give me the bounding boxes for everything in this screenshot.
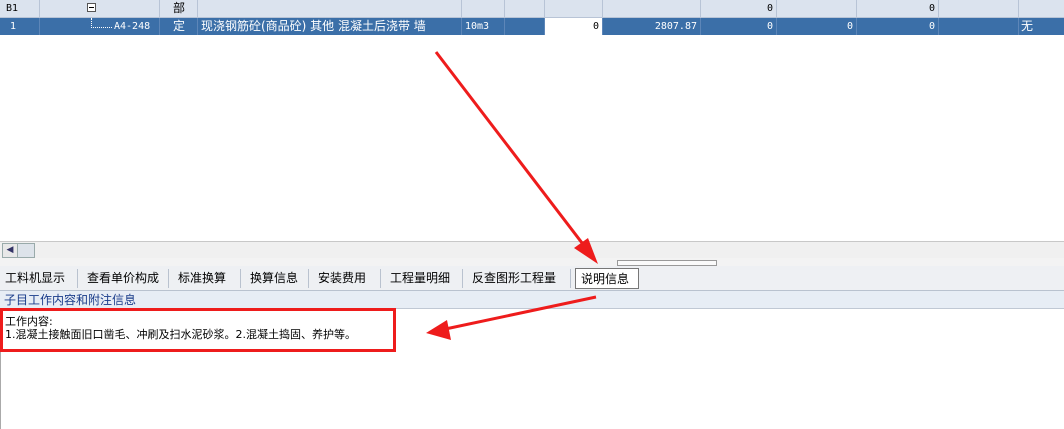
tab-reverse-graphic-quantity[interactable]: 反查图形工程量 [467,269,571,288]
scroll-left-icon[interactable]: ◀ [2,243,18,258]
tab-standard-conversion[interactable]: 标准换算 [173,269,241,288]
quota-unit[interactable]: 10m3 [462,18,505,35]
row-unit [462,0,505,17]
row-flag [1019,0,1064,17]
row-blank3 [939,0,1019,17]
row-blank [505,0,545,17]
tab-resource-display[interactable]: 工料机显示 [0,269,78,288]
tree-line-icon [91,18,112,28]
row-index: 1 [0,18,40,35]
panel-title: 子目工作内容和附注信息 [0,291,1064,309]
scroll-thumb[interactable] [17,243,35,258]
value-1: 0 [701,18,777,35]
row-type: 部 [160,0,198,17]
panel-splitter[interactable] [0,258,1064,266]
tree-cell: A4-248 [40,18,160,35]
quota-name[interactable]: 现浇钢筋砼(商品砼) 其他 混凝土后浇带 墙 [198,18,462,35]
row-code: B1 [0,0,40,17]
grid-row-section[interactable]: B1 部 0 0 [0,0,1064,18]
row-type: 定 [160,18,198,35]
grid-row-selected[interactable]: 1 A4-248 定 现浇钢筋砼(商品砼) 其他 混凝土后浇带 墙 10m3 0… [0,18,1064,35]
tab-conversion-info[interactable]: 换算信息 [245,269,309,288]
annotation-highlight-box [0,308,396,352]
bottom-tabbar: 工料机显示 查看单价构成 标准换算 换算信息 安装费用 工程量明细 反查图形工程… [0,266,1064,291]
collapse-icon[interactable] [87,3,96,12]
row-flag[interactable]: 无 [1019,18,1064,35]
tab-install-fee[interactable]: 安装费用 [313,269,381,288]
tab-description-info[interactable]: 说明信息 [575,268,639,289]
unit-price: 2807.87 [603,18,701,35]
row-blank [505,18,545,35]
tab-quantity-detail[interactable]: 工程量明细 [385,269,463,288]
value-3: 0 [857,18,939,35]
row-blank3 [939,18,1019,35]
tree-cell [40,0,160,17]
row-blank2 [777,0,857,17]
row-price [603,0,701,17]
tab-unit-price-breakdown[interactable]: 查看单价构成 [82,269,169,288]
row-value-a: 0 [701,0,777,17]
value-2: 0 [777,18,857,35]
horizontal-scrollbar[interactable]: ◀ [0,241,1064,259]
quota-code: A4-248 [114,21,151,32]
quantity-input[interactable]: 0 [545,18,603,35]
arrow-to-tab-icon [434,51,598,264]
row-value-b: 0 [857,0,939,17]
row-name [198,0,462,17]
row-qty [545,0,603,17]
